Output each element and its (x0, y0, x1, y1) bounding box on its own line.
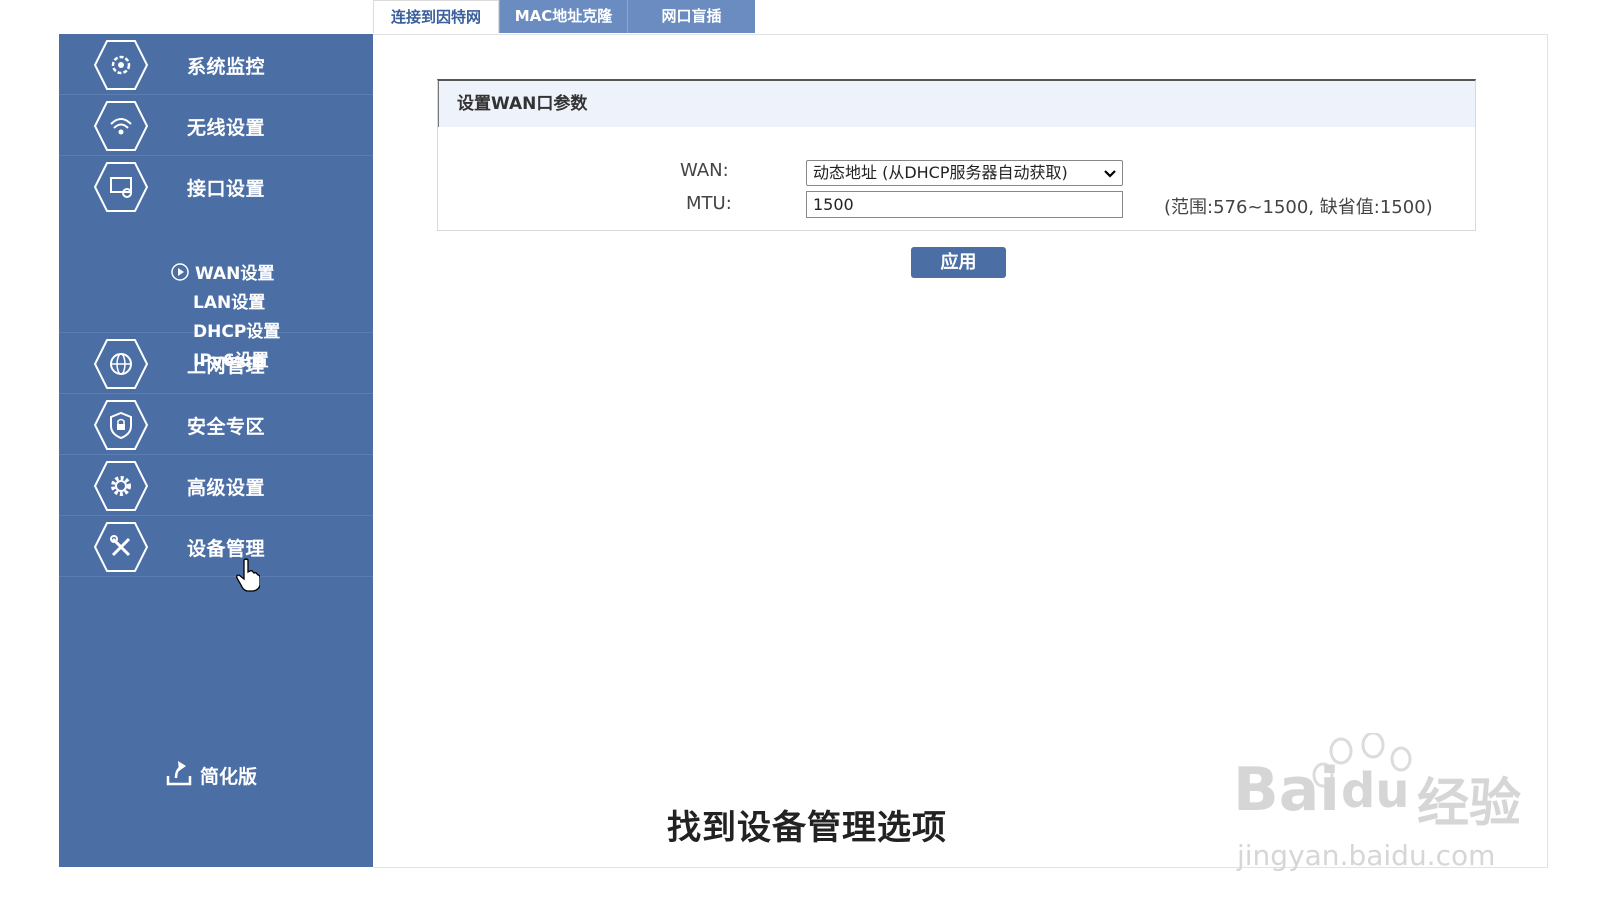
panel-title: 设置WAN口参数 (438, 81, 1475, 127)
baidu-jingyan-watermark: Bai du 经验 jingyan.baidu.com (1233, 733, 1523, 873)
simplify-label: 简化版 (200, 766, 258, 788)
globe-icon (93, 338, 149, 390)
sidebar-item-device-management[interactable]: 设备管理 (59, 516, 373, 577)
monitor-gear-icon (93, 39, 149, 91)
sidebar-item-internet-management[interactable]: 上网管理 (59, 333, 373, 394)
wan-label: WAN: (680, 160, 729, 181)
sidebar-item-label: 设备管理 (187, 538, 266, 560)
wan-select-value: 动态地址 (从DHCP服务器自动获取) (813, 163, 1068, 182)
sidebar-item-security[interactable]: 安全专区 (59, 394, 373, 455)
sidebar-subitem-wan[interactable]: WAN设置 (195, 259, 274, 284)
share-arrow-icon (164, 758, 194, 793)
sidebar-subitem-lan[interactable]: LAN设置 (193, 288, 265, 313)
interface-icon (93, 161, 149, 213)
wifi-icon (93, 100, 149, 152)
mtu-hint: (范围:576~1500, 缺省值:1500) (1164, 197, 1433, 218)
sidebar-item-label: 系统监控 (187, 56, 266, 78)
mtu-label: MTU: (686, 193, 732, 214)
tab-mac-clone[interactable]: MAC地址克隆 (499, 0, 627, 33)
watermark-url: jingyan.baidu.com (1237, 839, 1496, 872)
watermark-cn: 经验 (1417, 774, 1522, 834)
sidebar-item-label: 无线设置 (187, 117, 266, 139)
sidebar-item-label: 接口设置 (187, 178, 266, 200)
hand-pointer-icon (236, 558, 261, 592)
play-circle-icon (171, 263, 189, 281)
sidebar-item-label: 安全专区 (187, 416, 266, 438)
sidebar-item-wireless[interactable]: 无线设置 (59, 95, 373, 156)
sidebar-item-label: 高级设置 (187, 477, 266, 499)
simplify-link[interactable]: 简化版 (164, 758, 257, 793)
watermark-brand: Bai (1233, 755, 1340, 825)
tab-port-blind-plug[interactable]: 网口盲插 (627, 0, 755, 33)
watermark-brand2: du (1341, 763, 1410, 819)
sidebar: 系统监控 无线设置 接口设置 WAN设置 LAN设置 DHCP设置 IPv6设置… (59, 34, 373, 867)
apply-button[interactable]: 应用 (911, 247, 1006, 278)
tools-icon (93, 521, 149, 573)
wan-type-select[interactable]: 动态地址 (从DHCP服务器自动获取) (806, 160, 1123, 186)
shield-lock-icon (93, 399, 149, 451)
tab-connect-internet[interactable]: 连接到因特网 (373, 0, 499, 33)
gear-icon (93, 460, 149, 512)
sidebar-item-system-monitor[interactable]: 系统监控 (59, 34, 373, 95)
sidebar-item-advanced[interactable]: 高级设置 (59, 455, 373, 516)
sidebar-item-label: 上网管理 (187, 355, 266, 377)
video-subtitle: 找到设备管理选项 (667, 808, 947, 848)
chevron-down-icon (1104, 161, 1116, 194)
mtu-input[interactable]: 1500 (806, 191, 1123, 218)
